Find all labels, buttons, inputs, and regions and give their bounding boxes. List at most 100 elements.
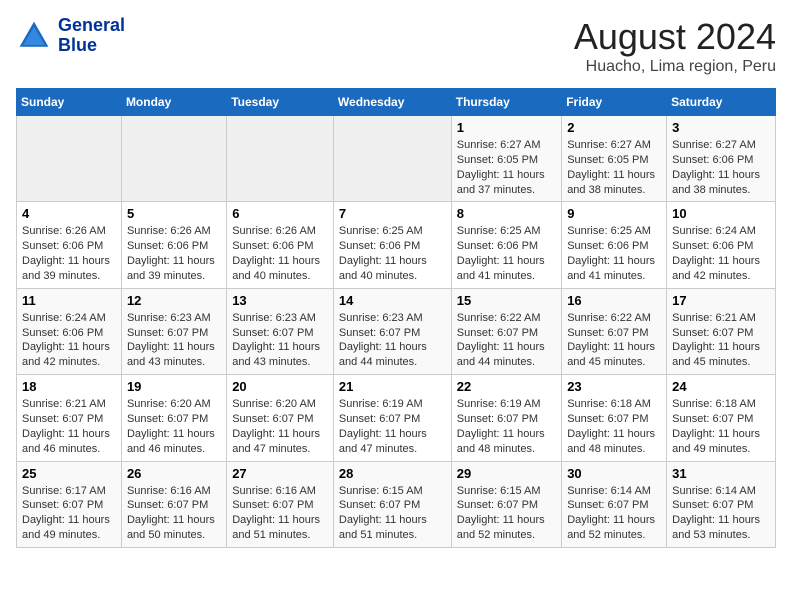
calendar-cell: 7 Sunrise: 6:25 AMSunset: 6:06 PMDaylight…: [333, 202, 451, 288]
day-number: 9: [567, 206, 661, 221]
header-wednesday: Wednesday: [333, 89, 451, 116]
logo-icon: [16, 18, 52, 54]
cell-content: Sunrise: 6:18 AMSunset: 6:07 PMDaylight:…: [672, 397, 770, 456]
day-number: 18: [22, 379, 116, 394]
cell-content: Sunrise: 6:25 AMSunset: 6:06 PMDaylight:…: [457, 224, 556, 283]
week-row-3: 11 Sunrise: 6:24 AMSunset: 6:06 PMDayligh…: [17, 288, 776, 374]
day-number: 28: [339, 466, 446, 481]
cell-content: Sunrise: 6:27 AMSunset: 6:06 PMDaylight:…: [672, 138, 770, 197]
day-number: 8: [457, 206, 556, 221]
calendar-cell: 5 Sunrise: 6:26 AMSunset: 6:06 PMDaylight…: [121, 202, 226, 288]
header-thursday: Thursday: [451, 89, 561, 116]
cell-content: Sunrise: 6:14 AMSunset: 6:07 PMDaylight:…: [672, 484, 770, 543]
header-saturday: Saturday: [667, 89, 776, 116]
calendar-cell: 23 Sunrise: 6:18 AMSunset: 6:07 PMDayligh…: [562, 375, 667, 461]
day-number: 11: [22, 293, 116, 308]
day-number: 13: [232, 293, 328, 308]
calendar-cell: 6Sunrise: 6:26 AMSunset: 6:06 PMDaylight…: [227, 202, 334, 288]
cell-content: Sunrise: 6:16 AMSunset: 6:07 PMDaylight:…: [232, 484, 328, 543]
calendar-cell: 15 Sunrise: 6:22 AMSunset: 6:07 PMDayligh…: [451, 288, 561, 374]
calendar-cell: 16Sunrise: 6:22 AMSunset: 6:07 PMDayligh…: [562, 288, 667, 374]
calendar-cell: 12 Sunrise: 6:23 AMSunset: 6:07 PMDayligh…: [121, 288, 226, 374]
day-number: 7: [339, 206, 446, 221]
week-row-5: 25 Sunrise: 6:17 AMSunset: 6:07 PMDayligh…: [17, 461, 776, 547]
calendar-cell: 10Sunrise: 6:24 AMSunset: 6:06 PMDayligh…: [667, 202, 776, 288]
cell-content: Sunrise: 6:24 AMSunset: 6:06 PMDaylight:…: [22, 311, 116, 370]
calendar-cell: 1Sunrise: 6:27 AMSunset: 6:05 PMDaylight…: [451, 116, 561, 202]
page-header: General Blue August 2024 Huacho, Lima re…: [16, 16, 776, 76]
calendar-cell: 19Sunrise: 6:20 AMSunset: 6:07 PMDayligh…: [121, 375, 226, 461]
day-number: 27: [232, 466, 328, 481]
cell-content: Sunrise: 6:19 AMSunset: 6:07 PMDaylight:…: [457, 397, 556, 456]
cell-content: Sunrise: 6:18 AMSunset: 6:07 PMDaylight:…: [567, 397, 661, 456]
calendar-body: 1Sunrise: 6:27 AMSunset: 6:05 PMDaylight…: [17, 116, 776, 548]
day-number: 5: [127, 206, 221, 221]
calendar-cell: 20 Sunrise: 6:20 AMSunset: 6:07 PMDayligh…: [227, 375, 334, 461]
cell-content: Sunrise: 6:22 AMSunset: 6:07 PMDaylight:…: [457, 311, 556, 370]
header-friday: Friday: [562, 89, 667, 116]
cell-content: Sunrise: 6:26 AMSunset: 6:06 PMDaylight:…: [22, 224, 116, 283]
calendar-cell: 29Sunrise: 6:15 AMSunset: 6:07 PMDayligh…: [451, 461, 561, 547]
day-number: 15: [457, 293, 556, 308]
day-number: 12: [127, 293, 221, 308]
day-number: 29: [457, 466, 556, 481]
calendar-cell: 21 Sunrise: 6:19 AMSunset: 6:07 PMDayligh…: [333, 375, 451, 461]
calendar-cell: [121, 116, 226, 202]
day-number: 4: [22, 206, 116, 221]
day-number: 2: [567, 120, 661, 135]
calendar-cell: 25 Sunrise: 6:17 AMSunset: 6:07 PMDayligh…: [17, 461, 122, 547]
day-number: 3: [672, 120, 770, 135]
calendar-cell: 27 Sunrise: 6:16 AMSunset: 6:07 PMDayligh…: [227, 461, 334, 547]
logo-text: General Blue: [58, 16, 125, 56]
week-row-4: 18Sunrise: 6:21 AMSunset: 6:07 PMDayligh…: [17, 375, 776, 461]
calendar-cell: 11 Sunrise: 6:24 AMSunset: 6:06 PMDayligh…: [17, 288, 122, 374]
cell-content: Sunrise: 6:25 AMSunset: 6:06 PMDaylight:…: [567, 224, 661, 283]
day-number: 24: [672, 379, 770, 394]
day-number: 20: [232, 379, 328, 394]
header-tuesday: Tuesday: [227, 89, 334, 116]
day-number: 23: [567, 379, 661, 394]
calendar-cell: [227, 116, 334, 202]
day-number: 22: [457, 379, 556, 394]
cell-content: Sunrise: 6:21 AMSunset: 6:07 PMDaylight:…: [672, 311, 770, 370]
day-number: 30: [567, 466, 661, 481]
cell-content: Sunrise: 6:20 AMSunset: 6:07 PMDaylight:…: [232, 397, 328, 456]
day-number: 10: [672, 206, 770, 221]
cell-content: Sunrise: 6:26 AMSunset: 6:06 PMDaylight:…: [127, 224, 221, 283]
calendar-header: SundayMondayTuesdayWednesdayThursdayFrid…: [17, 89, 776, 116]
cell-content: Sunrise: 6:17 AMSunset: 6:07 PMDaylight:…: [22, 484, 116, 543]
calendar-cell: 9 Sunrise: 6:25 AMSunset: 6:06 PMDaylight…: [562, 202, 667, 288]
calendar-cell: [17, 116, 122, 202]
subtitle: Huacho, Lima region, Peru: [574, 58, 776, 76]
calendar-table: SundayMondayTuesdayWednesdayThursdayFrid…: [16, 88, 776, 548]
cell-content: Sunrise: 6:19 AMSunset: 6:07 PMDaylight:…: [339, 397, 446, 456]
cell-content: Sunrise: 6:26 AMSunset: 6:06 PMDaylight:…: [232, 224, 328, 283]
calendar-cell: 13Sunrise: 6:23 AMSunset: 6:07 PMDayligh…: [227, 288, 334, 374]
day-number: 25: [22, 466, 116, 481]
calendar-cell: 24 Sunrise: 6:18 AMSunset: 6:07 PMDayligh…: [667, 375, 776, 461]
calendar-cell: 26 Sunrise: 6:16 AMSunset: 6:07 PMDayligh…: [121, 461, 226, 547]
header-monday: Monday: [121, 89, 226, 116]
calendar-cell: 18Sunrise: 6:21 AMSunset: 6:07 PMDayligh…: [17, 375, 122, 461]
day-number: 26: [127, 466, 221, 481]
day-number: 17: [672, 293, 770, 308]
main-title: August 2024: [574, 16, 776, 58]
header-sunday: Sunday: [17, 89, 122, 116]
calendar-cell: 8 Sunrise: 6:25 AMSunset: 6:06 PMDaylight…: [451, 202, 561, 288]
calendar-cell: 2 Sunrise: 6:27 AMSunset: 6:05 PMDaylight…: [562, 116, 667, 202]
cell-content: Sunrise: 6:25 AMSunset: 6:06 PMDaylight:…: [339, 224, 446, 283]
calendar-cell: 30Sunrise: 6:14 AMSunset: 6:07 PMDayligh…: [562, 461, 667, 547]
cell-content: Sunrise: 6:16 AMSunset: 6:07 PMDaylight:…: [127, 484, 221, 543]
week-row-1: 1Sunrise: 6:27 AMSunset: 6:05 PMDaylight…: [17, 116, 776, 202]
cell-content: Sunrise: 6:15 AMSunset: 6:07 PMDaylight:…: [339, 484, 446, 543]
calendar-cell: 22 Sunrise: 6:19 AMSunset: 6:07 PMDayligh…: [451, 375, 561, 461]
calendar-cell: 28 Sunrise: 6:15 AMSunset: 6:07 PMDayligh…: [333, 461, 451, 547]
calendar-cell: 4 Sunrise: 6:26 AMSunset: 6:06 PMDaylight…: [17, 202, 122, 288]
calendar-cell: 17 Sunrise: 6:21 AMSunset: 6:07 PMDayligh…: [667, 288, 776, 374]
header-row: SundayMondayTuesdayWednesdayThursdayFrid…: [17, 89, 776, 116]
day-number: 14: [339, 293, 446, 308]
day-number: 21: [339, 379, 446, 394]
calendar-cell: 14Sunrise: 6:23 AMSunset: 6:07 PMDayligh…: [333, 288, 451, 374]
cell-content: Sunrise: 6:27 AMSunset: 6:05 PMDaylight:…: [567, 138, 661, 197]
cell-content: Sunrise: 6:23 AMSunset: 6:07 PMDaylight:…: [127, 311, 221, 370]
